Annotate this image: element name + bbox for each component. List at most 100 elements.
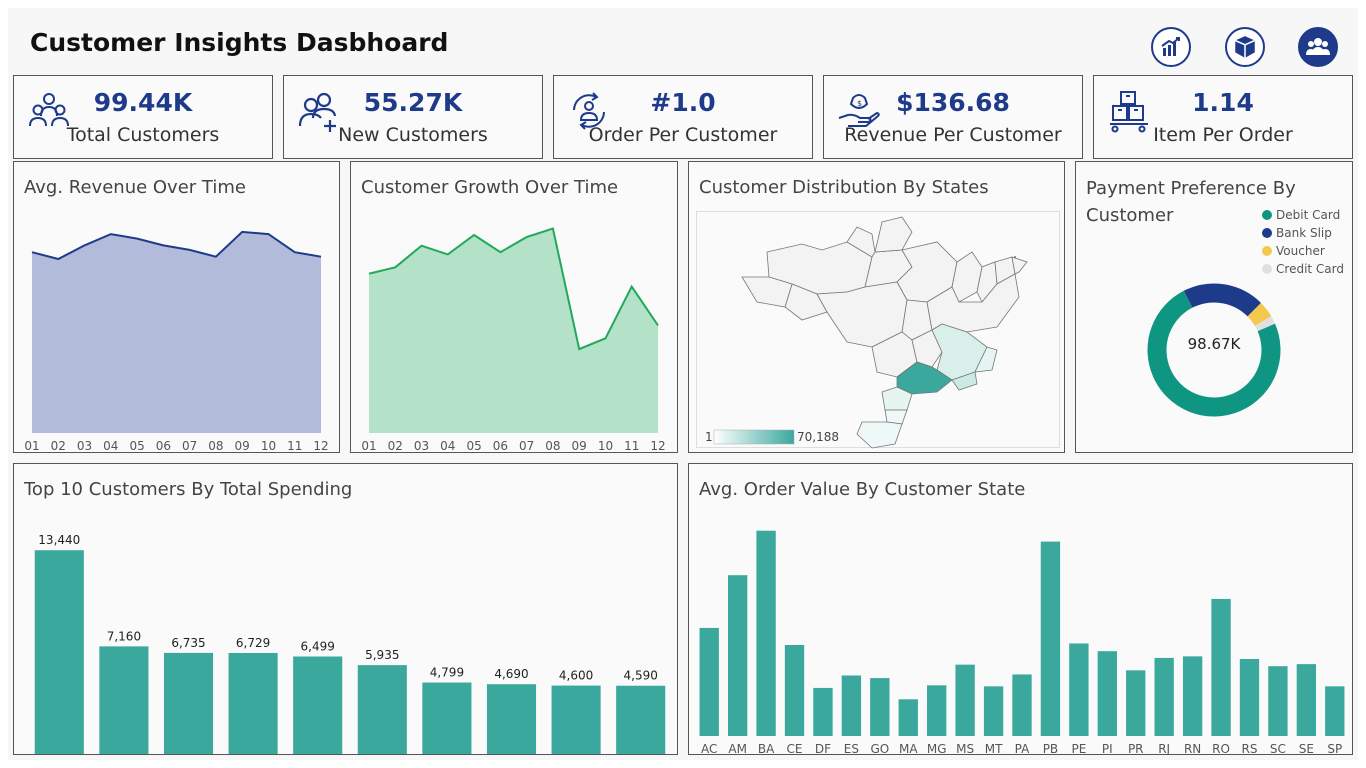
scale-max: 70,188 xyxy=(797,430,839,444)
data-point[interactable] xyxy=(262,228,274,240)
data-point[interactable] xyxy=(442,248,454,260)
panel-title: Customer Distribution By States xyxy=(699,177,989,198)
bar[interactable] xyxy=(228,652,278,754)
x-tick-label: PR xyxy=(1128,742,1144,754)
bar[interactable] xyxy=(1126,670,1146,736)
kpi-value: #1.0 xyxy=(650,88,716,117)
x-tick-label: MT xyxy=(985,742,1003,754)
brazil-map xyxy=(741,216,1028,449)
data-point[interactable] xyxy=(599,332,611,344)
data-point[interactable] xyxy=(573,343,585,355)
kpi-label: New Customers xyxy=(338,124,488,146)
bar[interactable] xyxy=(1268,666,1288,736)
bar[interactable] xyxy=(1097,651,1117,736)
kpi-order-per-customer: #1.0 Order Per Customer xyxy=(553,75,813,159)
x-tick-label: 02 xyxy=(51,439,66,452)
bar[interactable] xyxy=(422,682,472,754)
bar[interactable] xyxy=(813,687,833,736)
state-rn xyxy=(1011,256,1028,275)
x-tick-label: 10 xyxy=(598,439,613,452)
data-point[interactable] xyxy=(131,233,143,245)
data-point[interactable] xyxy=(105,228,117,240)
x-tick-label: DF xyxy=(815,742,831,754)
x-tick-label: PA xyxy=(1015,742,1030,754)
x-tick-label: 04 xyxy=(440,439,455,452)
data-point[interactable] xyxy=(210,251,222,263)
bar[interactable] xyxy=(955,664,975,736)
data-point[interactable] xyxy=(157,239,169,251)
x-tick-label: 12 xyxy=(650,439,665,452)
bar[interactable] xyxy=(163,652,214,754)
bar-value-label: 6,735 xyxy=(171,636,205,650)
data-point[interactable] xyxy=(289,246,301,258)
bar[interactable] xyxy=(616,685,666,754)
bar[interactable] xyxy=(927,685,947,736)
data-point[interactable] xyxy=(315,251,327,263)
x-tick-label: 09 xyxy=(572,439,587,452)
x-tick-label: RJ xyxy=(1158,742,1170,754)
x-tick-label: 12 xyxy=(313,439,328,452)
bar[interactable] xyxy=(756,530,776,736)
bar[interactable] xyxy=(551,685,601,754)
scale-min: 1 xyxy=(705,430,713,444)
bar[interactable] xyxy=(898,699,918,736)
data-point[interactable] xyxy=(468,229,480,241)
x-tick-label: AC xyxy=(701,742,717,754)
x-tick-label: PB xyxy=(1043,742,1058,754)
bar[interactable] xyxy=(357,665,407,754)
data-point[interactable] xyxy=(26,246,38,258)
kpi-value: $136.68 xyxy=(896,88,1010,117)
bar[interactable] xyxy=(34,550,84,754)
data-point[interactable] xyxy=(79,239,91,251)
x-tick-label: BA xyxy=(758,742,775,754)
bar[interactable] xyxy=(1012,674,1032,736)
x-tick-label: 06 xyxy=(493,439,508,452)
bar[interactable] xyxy=(293,656,343,754)
bar[interactable] xyxy=(1296,664,1317,736)
data-point[interactable] xyxy=(389,261,401,273)
x-tick-label: 01 xyxy=(24,439,39,452)
bar[interactable] xyxy=(1182,656,1203,736)
customer-nav-button[interactable] xyxy=(1298,27,1338,67)
bar[interactable] xyxy=(1325,686,1345,736)
x-tick-label: AM xyxy=(728,742,747,754)
bar[interactable] xyxy=(841,675,862,736)
x-tick-label: RO xyxy=(1212,742,1230,754)
bar[interactable] xyxy=(699,627,719,736)
data-point[interactable] xyxy=(652,319,664,331)
product-nav-button[interactable] xyxy=(1225,27,1265,67)
bar[interactable] xyxy=(1154,657,1174,736)
bar[interactable] xyxy=(1040,541,1061,736)
sales-nav-button[interactable] xyxy=(1151,27,1191,67)
bar[interactable] xyxy=(1069,643,1089,736)
bar-value-label: 6,499 xyxy=(301,639,335,653)
users-icon xyxy=(1306,38,1330,55)
data-point[interactable] xyxy=(547,223,559,235)
data-point[interactable] xyxy=(626,281,638,293)
data-point[interactable] xyxy=(236,226,248,238)
data-point[interactable] xyxy=(52,253,64,265)
data-point[interactable] xyxy=(494,246,506,258)
bar-value-label: 7,160 xyxy=(107,629,141,643)
bar[interactable] xyxy=(1239,658,1260,736)
kpi-value: 55.27K xyxy=(363,88,463,117)
x-tick-label: 08 xyxy=(545,439,560,452)
customer-growth-panel: Customer Growth Over Time 01 02 03 04 05 06 07… xyxy=(350,161,678,453)
x-tick-label: 03 xyxy=(414,439,429,452)
x-tick-label: RN xyxy=(1184,742,1201,754)
bar[interactable] xyxy=(870,678,890,736)
top10-panel: Top 10 Customers By Total Spending 13,44… xyxy=(13,463,678,755)
data-point[interactable] xyxy=(521,231,533,243)
bar[interactable] xyxy=(727,575,748,736)
bar[interactable] xyxy=(983,686,1004,736)
bar[interactable] xyxy=(99,646,149,754)
bar[interactable] xyxy=(486,684,537,754)
color-scale-bar xyxy=(713,429,795,445)
bar[interactable] xyxy=(1211,598,1231,736)
x-tick-label: MA xyxy=(899,742,918,754)
data-point[interactable] xyxy=(363,268,375,280)
bar[interactable] xyxy=(784,644,805,736)
data-point[interactable] xyxy=(184,244,196,256)
map-frame[interactable] xyxy=(696,211,1060,449)
data-point[interactable] xyxy=(416,240,428,252)
